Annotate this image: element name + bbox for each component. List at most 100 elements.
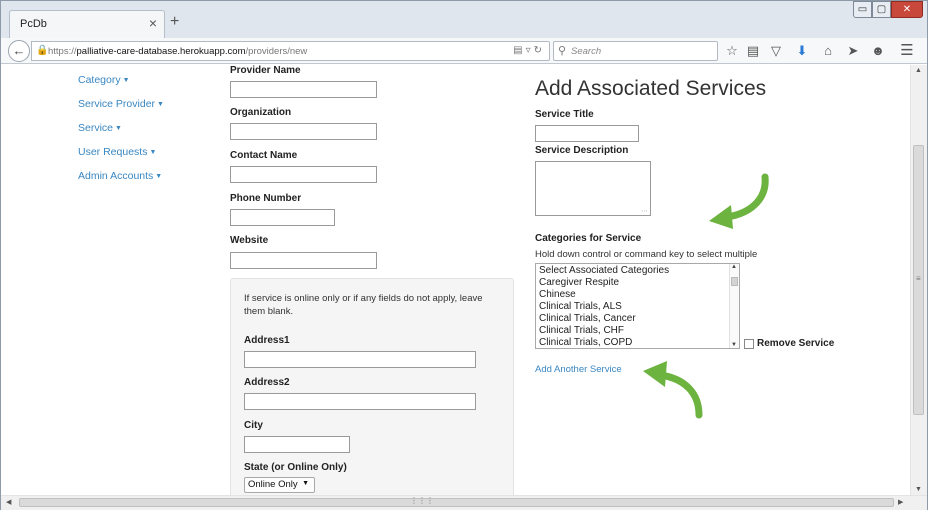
service-description-label: Service Description: [535, 145, 629, 156]
sidebar-item-admin-accounts[interactable]: Admin Accounts ▼: [78, 170, 162, 182]
categories-label: Categories for Service: [535, 233, 642, 244]
url-scheme: https://: [48, 46, 77, 57]
tab-title: PcDb: [20, 18, 47, 30]
close-window-button[interactable]: ✕: [891, 1, 923, 18]
provider-name-label: Provider Name: [230, 65, 301, 76]
sidebar-item-label: Admin Accounts: [78, 170, 154, 182]
lock-icon: 🔒: [36, 45, 49, 56]
reading-list-icon[interactable]: ▤: [744, 42, 762, 60]
sidebar-item-user-requests[interactable]: User Requests ▼: [78, 146, 156, 158]
website-label: Website: [230, 235, 269, 246]
chevron-down-icon: ▼: [302, 480, 309, 487]
pocket-icon[interactable]: ▽: [767, 42, 785, 60]
sidebar-item-label: Service Provider: [78, 98, 156, 110]
category-option[interactable]: Chinese: [539, 289, 576, 300]
sidebar-item-category[interactable]: Category ▼: [78, 74, 130, 86]
sidebar-item-label: Service: [78, 122, 114, 134]
navigation-bar: ← 🔒 https://palliative-care-database.her…: [1, 38, 927, 64]
annotation-arrow-icon: [643, 361, 703, 419]
caret-down-icon: ▼: [149, 148, 157, 156]
address1-input[interactable]: [244, 351, 476, 368]
scroll-down-icon[interactable]: ▼: [731, 342, 737, 348]
tab-close-icon[interactable]: ×: [149, 15, 157, 31]
browser-tab[interactable]: PcDb ×: [9, 10, 165, 38]
new-tab-icon[interactable]: +: [170, 13, 179, 31]
horizontal-scroll-thumb[interactable]: ⋮⋮⋮: [19, 496, 894, 507]
phone-number-input[interactable]: [230, 209, 335, 226]
grip-icon: ⋮⋮⋮: [410, 496, 434, 505]
sidebar-item-label: User Requests: [78, 146, 148, 158]
scroll-down-icon[interactable]: ▼: [915, 486, 922, 493]
category-option[interactable]: Select Associated Categories: [539, 265, 669, 276]
provider-name-input[interactable]: [230, 81, 377, 98]
phone-number-label: Phone Number: [230, 193, 302, 204]
state-label: State (or Online Only): [244, 462, 347, 473]
scroll-left-icon[interactable]: ◀: [6, 498, 11, 506]
browser-window: PcDb × + ▭ ▢ ✕ ← 🔒 https://palliative-ca…: [0, 0, 928, 510]
chat-icon[interactable]: ☻: [869, 42, 887, 60]
state-select[interactable]: Online Only ▼: [244, 477, 315, 493]
scroll-up-icon[interactable]: ▲: [915, 67, 922, 74]
url-path: /providers/new: [245, 46, 308, 57]
search-icon: ⚲: [558, 45, 567, 57]
search-placeholder: Search: [571, 46, 602, 57]
listbox-scrollbar[interactable]: ▲ ▼: [729, 264, 739, 348]
scroll-right-icon[interactable]: ▶: [898, 498, 903, 506]
url-host: palliative-care-database.herokuapp.com: [76, 46, 246, 57]
listbox-scroll-thumb[interactable]: [731, 277, 738, 286]
remove-service-checkbox[interactable]: [744, 339, 754, 349]
address2-label: Address2: [244, 377, 290, 388]
address1-label: Address1: [244, 335, 290, 346]
page-content: Category ▼ Service Provider ▼ Service ▼ Use…: [1, 65, 909, 495]
caret-down-icon: ▼: [115, 124, 122, 132]
services-heading: Add Associated Services: [535, 77, 767, 100]
vertical-scrollbar[interactable]: ▲ ≡ ▼: [910, 65, 927, 495]
service-title-label: Service Title: [535, 109, 594, 120]
annotation-arrow-icon: [709, 173, 769, 229]
state-selected-value: Online Only: [248, 479, 298, 490]
address2-input[interactable]: [244, 393, 476, 410]
download-icon[interactable]: ⬇: [793, 42, 811, 60]
caret-down-icon: ▼: [122, 76, 130, 84]
star-icon[interactable]: ☆: [723, 42, 741, 60]
category-option[interactable]: Caregiver Respite: [539, 277, 619, 288]
minimize-button[interactable]: ▭: [853, 1, 872, 18]
organization-input[interactable]: [230, 123, 377, 140]
categories-listbox[interactable]: Select Associated Categories Caregiver R…: [535, 263, 740, 349]
category-option[interactable]: Clinical Trials, ALS: [539, 301, 622, 312]
city-label: City: [244, 420, 263, 431]
caret-down-icon: ▼: [155, 172, 163, 180]
home-icon[interactable]: ⌂: [819, 42, 837, 60]
tab-strip: PcDb × + ▭ ▢ ✕: [1, 1, 927, 38]
grip-icon: ≡: [916, 274, 921, 283]
contact-name-input[interactable]: [230, 166, 377, 183]
sidebar-item-label: Category: [78, 74, 121, 86]
category-option[interactable]: Clinical Trials, COPD: [539, 337, 632, 348]
menu-icon[interactable]: ☰: [898, 42, 916, 60]
url-bar-buttons[interactable]: ▤▿↻: [513, 45, 545, 56]
categories-help-text: Hold down control or command key to sele…: [535, 249, 758, 260]
contact-name-label: Contact Name: [230, 150, 298, 161]
vertical-scroll-thumb[interactable]: ≡: [913, 145, 924, 415]
add-another-service-link[interactable]: Add Another Service: [535, 364, 622, 375]
remove-service-label: Remove Service: [757, 338, 835, 349]
maximize-button[interactable]: ▢: [872, 1, 891, 18]
website-input[interactable]: [230, 252, 377, 269]
city-input[interactable]: [244, 436, 350, 453]
send-icon[interactable]: ➤: [844, 42, 862, 60]
sidebar-item-service-provider[interactable]: Service Provider ▼: [78, 98, 164, 110]
url-bar[interactable]: 🔒 https://palliative-care-database.herok…: [31, 41, 550, 61]
search-bar[interactable]: ⚲ Search: [553, 41, 718, 61]
resize-grip-icon[interactable]: ⋯: [641, 207, 648, 215]
back-arrow-icon[interactable]: ←: [8, 40, 30, 62]
organization-label: Organization: [230, 107, 292, 118]
category-option[interactable]: Clinical Trials, CHF: [539, 325, 624, 336]
service-title-input[interactable]: [535, 125, 639, 142]
address-note: If service is online only or if any fiel…: [244, 293, 483, 317]
horizontal-scrollbar[interactable]: ◀ ⋮⋮⋮ ▶: [1, 495, 927, 510]
sidebar-item-service[interactable]: Service ▼: [78, 122, 122, 134]
scroll-up-icon[interactable]: ▲: [731, 264, 737, 270]
service-description-textarea[interactable]: ⋯: [535, 161, 651, 216]
category-option[interactable]: Clinical Trials, Cancer: [539, 313, 636, 324]
caret-down-icon: ▼: [157, 100, 164, 108]
